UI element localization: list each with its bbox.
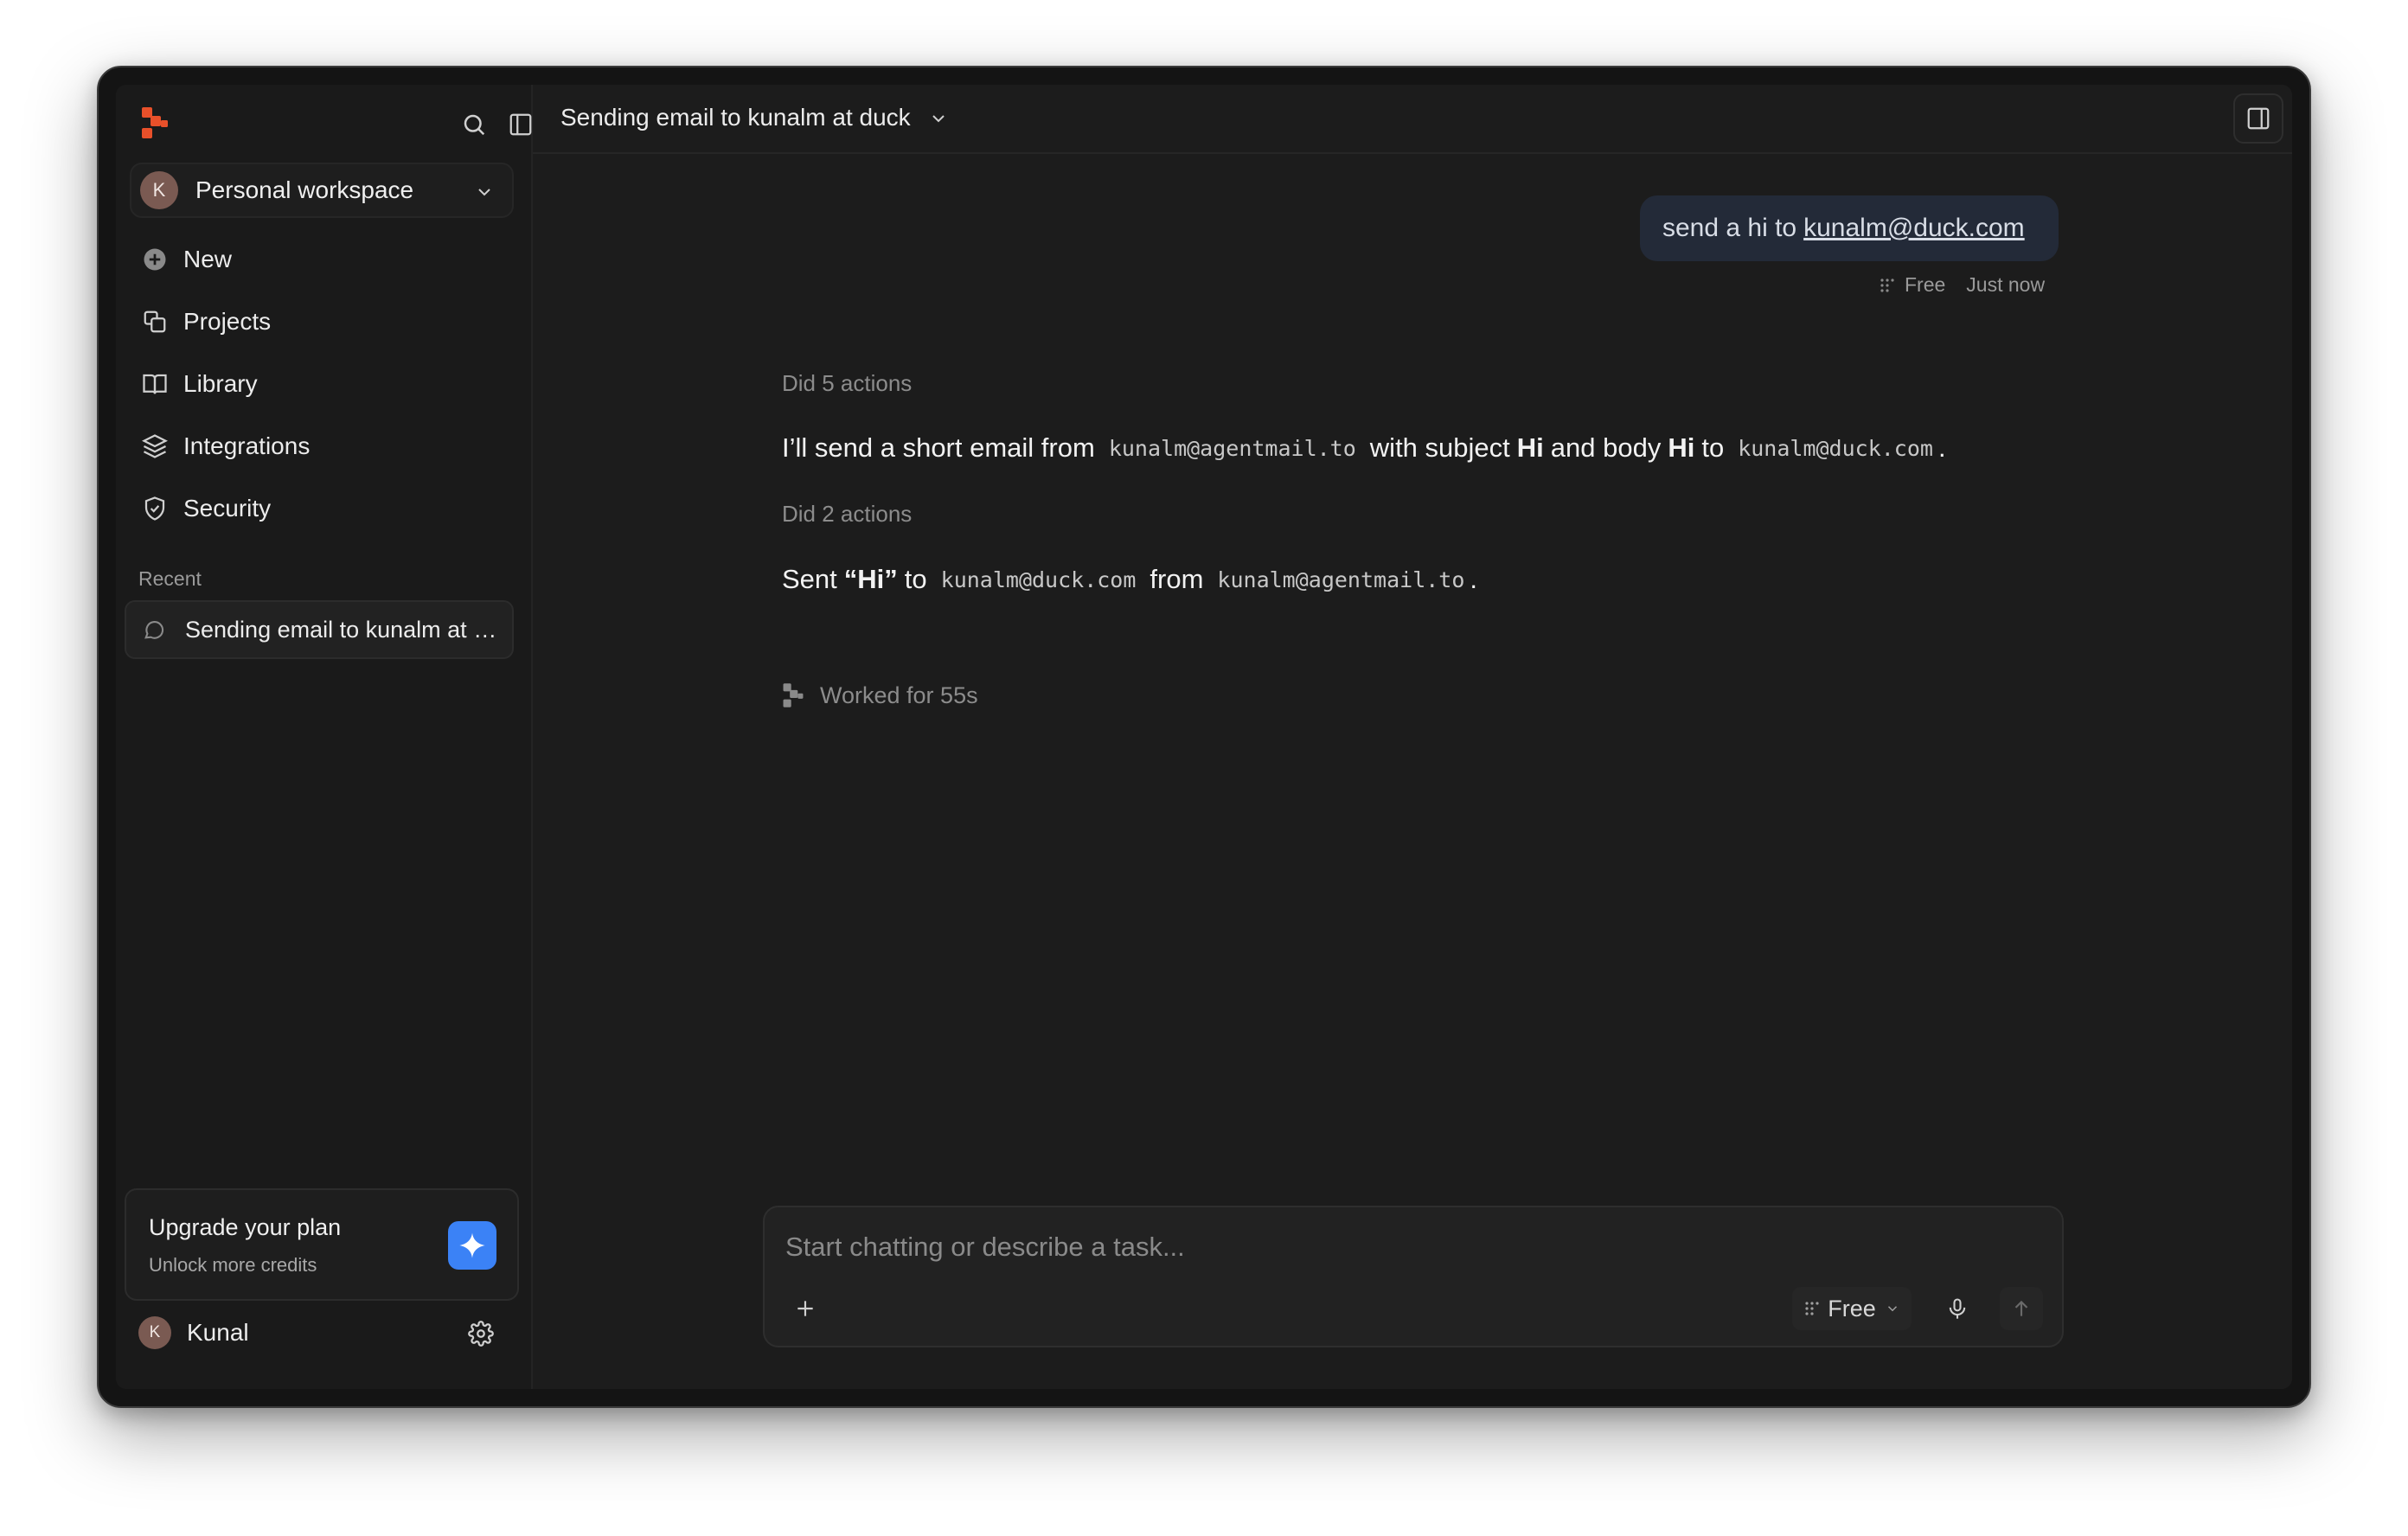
user-avatar: K [138,1316,171,1349]
model-dots-icon [1805,1302,1819,1315]
message-text: I’ll send a short email from [782,432,1095,463]
layers-icon [140,432,170,461]
model-selector[interactable]: Free [1792,1287,1912,1330]
chevron-down-icon [474,182,495,202]
chevron-down-icon [1887,1306,1897,1312]
projects-icon [140,307,170,336]
upgrade-plan-card[interactable]: Upgrade your plan Unlock more credits [125,1188,519,1301]
message-model: Free [1905,273,1946,296]
message-meta: Free Just now [1879,273,2045,297]
bold-text: Hi [1668,432,1695,463]
assistant-message: I’ll send a short email from kunalm@agen… [782,432,1946,464]
model-label: Free [1828,1295,1876,1322]
inline-code: kunalm@duck.com [1738,435,1933,461]
sidebar: K Personal workspace New Projects Librar… [116,85,533,1389]
message-text: . [1937,432,1946,463]
chevron-down-icon [928,107,949,128]
model-dots-icon [1880,278,1894,292]
plus-icon[interactable] [784,1287,827,1330]
inline-code: kunalm@agentmail.to [1217,566,1465,592]
user-profile[interactable]: K Kunal [138,1316,249,1349]
sidebar-item-label: Security [183,495,272,522]
message-text: to [904,564,927,594]
chat-main: Sending email to kunalm at duck send a h… [533,85,2292,1389]
workspace-name: Personal workspace [195,176,414,203]
user-message-text: send a hi to [1662,214,1797,242]
agent-logo-icon [783,683,804,707]
inline-code: kunalm@duck.com [940,566,1137,592]
send-arrow-icon[interactable] [2000,1287,2043,1330]
microphone-icon[interactable] [1936,1287,1979,1330]
recent-chat-label: Sending email to kunalm at duck [185,616,509,643]
workspace-avatar: K [140,171,178,209]
actions-summary[interactable]: Did 2 actions [782,501,912,528]
chat-title-dropdown[interactable]: Sending email to kunalm at duck [560,104,949,131]
message-text: and body [1550,432,1662,463]
chat-composer: Free [763,1206,2064,1347]
sidebar-item-new[interactable]: New [130,228,514,291]
side-panel-toggle-icon[interactable] [2233,93,2283,144]
email-link[interactable]: kunalm@duck.com [1803,214,2025,243]
sidebar-item-security[interactable]: Security [130,477,514,540]
bold-text: “Hi” [843,564,898,594]
sidebar-item-label: New [183,246,233,272]
app-window: K Personal workspace New Projects Librar… [97,66,2311,1408]
message-text: Sent [782,564,837,594]
sparkle-icon[interactable] [448,1221,496,1270]
plus-circle-icon [140,245,170,274]
chat-header: Sending email to kunalm at duck [533,85,2292,154]
app-frame: K Personal workspace New Projects Librar… [116,85,2292,1389]
message-text: with subject [1369,432,1510,463]
sidebar-nav: New Projects Library Integrations Securi… [130,228,514,540]
sidebar-item-label: Library [183,370,258,397]
message-text: . [1470,564,1478,594]
gear-icon[interactable] [464,1316,498,1351]
chat-bubble-icon [140,616,168,643]
user-name: Kunal [187,1319,249,1346]
chat-input[interactable] [785,1223,1996,1271]
sidebar-item-integrations[interactable]: Integrations [130,415,514,477]
search-icon[interactable] [457,107,491,142]
app-logo-icon[interactable] [140,106,170,140]
bold-text: Hi [1516,432,1544,463]
recent-chat-item[interactable]: Sending email to kunalm at duck [125,600,514,659]
message-text: to [1701,432,1725,463]
worked-duration[interactable]: Worked for 55s [782,682,978,709]
workspace-switcher[interactable]: K Personal workspace [130,163,514,218]
shield-icon [140,494,170,523]
recent-heading: Recent [138,567,202,590]
assistant-message: Sent “Hi” to kunalm@duck.com from kunalm… [782,564,1477,595]
sidebar-item-library[interactable]: Library [130,353,514,415]
user-message-bubble: send a hi to kunalm@duck.com [1640,195,2059,261]
upgrade-title: Upgrade your plan [149,1214,342,1240]
upgrade-subtitle: Unlock more credits [149,1254,317,1276]
chat-title: Sending email to kunalm at duck [560,104,911,131]
sidebar-item-label: Projects [183,308,272,335]
actions-summary[interactable]: Did 5 actions [782,370,912,397]
sidebar-item-label: Integrations [183,432,311,459]
sidebar-item-projects[interactable]: Projects [130,291,514,353]
book-icon [140,369,170,399]
inline-code: kunalm@agentmail.to [1108,435,1356,461]
worked-label: Worked for 55s [820,682,978,708]
message-text: from [1150,564,1204,594]
message-time: Just now [1966,273,2046,296]
